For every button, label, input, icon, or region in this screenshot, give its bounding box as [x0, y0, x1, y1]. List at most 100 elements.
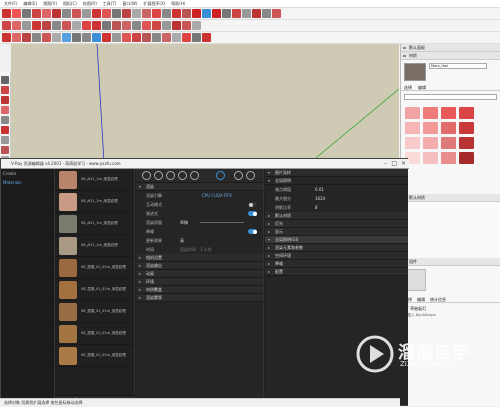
- render-output-icon[interactable]: [234, 171, 243, 180]
- tape-measure-icon[interactable]: [132, 9, 141, 18]
- section-config[interactable]: 配置: [265, 268, 408, 276]
- menu-edit[interactable]: 编辑(E): [23, 1, 37, 7]
- frame-buffer-icon[interactable]: [246, 171, 255, 180]
- zoom-extents-icon[interactable]: [182, 9, 191, 18]
- menu-file[interactable]: 文件(F): [4, 1, 17, 7]
- polygon-tool-icon[interactable]: [72, 9, 81, 18]
- materials-header[interactable]: 材质: [401, 52, 500, 60]
- material-swatch[interactable]: [423, 122, 438, 134]
- orbit-icon[interactable]: [152, 9, 161, 18]
- list-item[interactable]: 08_AO1_1m_渐显纹理: [55, 213, 134, 235]
- follow-me-icon[interactable]: [22, 21, 31, 30]
- noise-threshold-value[interactable]: 0.01: [315, 185, 324, 194]
- section-default-material[interactable]: 默认材质: [401, 194, 500, 202]
- section-render-elements[interactable]: 渲染元素和参数: [265, 244, 408, 252]
- section-display[interactable]: 显示: [265, 228, 408, 236]
- split-icon[interactable]: [82, 21, 91, 30]
- material-swatch[interactable]: [405, 122, 420, 134]
- section-animation[interactable]: 动画: [136, 270, 263, 278]
- denoise-toggle[interactable]: [248, 229, 257, 234]
- circle-tool-icon[interactable]: [62, 9, 71, 18]
- right-view-icon[interactable]: [32, 33, 41, 42]
- scale-icon[interactable]: [1, 146, 9, 154]
- menu-help[interactable]: 帮助(H): [171, 1, 185, 7]
- text-tool-icon[interactable]: [142, 9, 151, 18]
- list-item[interactable]: 08_混凝_01_01m_渐显纹理: [55, 257, 134, 279]
- dimension-icon[interactable]: [112, 21, 121, 30]
- 3d-text-icon[interactable]: [132, 21, 141, 30]
- previous-view-icon[interactable]: [172, 21, 181, 30]
- vray-render-icon[interactable]: [192, 9, 201, 18]
- tray-header[interactable]: 默认面板: [401, 44, 500, 52]
- section-render-mask[interactable]: 渲染蒙版: [136, 294, 263, 302]
- top-view-icon[interactable]: [12, 33, 21, 42]
- list-item[interactable]: 08_混凝_01_01m_渐显纹理: [55, 323, 134, 345]
- comp-tab-stats[interactable]: 统计信息: [430, 296, 446, 302]
- material-swatch[interactable]: [423, 152, 438, 164]
- stamp-icon[interactable]: [142, 33, 151, 42]
- list-item[interactable]: 08_AO1_1m_渐显纹理: [55, 169, 134, 191]
- section-render[interactable]: 渲染: [136, 183, 263, 191]
- close-icon[interactable]: ×: [401, 159, 406, 169]
- light-bulb-icon[interactable]: [154, 171, 163, 180]
- eraser-icon[interactable]: [12, 9, 21, 18]
- menu-view[interactable]: 视图(V): [43, 1, 57, 7]
- position-camera-icon[interactable]: [162, 21, 171, 30]
- vray-asset-editor-icon[interactable]: [212, 9, 221, 18]
- back-view-icon[interactable]: [42, 33, 51, 42]
- section-output[interactable]: 渲染输出: [136, 262, 263, 270]
- material-swatch[interactable]: [423, 107, 438, 119]
- material-name-field[interactable]: Maro_Hak: [429, 63, 487, 69]
- material-swatch[interactable]: [441, 107, 456, 119]
- texture-icon[interactable]: [178, 171, 187, 180]
- section-global-illumination[interactable]: 全局照明(GI): [265, 236, 408, 244]
- menu-draw[interactable]: 绘图(R): [83, 1, 97, 7]
- render-icon[interactable]: [142, 171, 151, 180]
- shadows-icon[interactable]: [192, 33, 201, 42]
- time-value[interactable]: 渲染时间 · 1 小时: [180, 245, 212, 254]
- axes-icon[interactable]: [102, 21, 111, 30]
- material-swatch[interactable]: [405, 137, 420, 149]
- union-icon[interactable]: [52, 21, 61, 30]
- zoom-icon[interactable]: [172, 9, 181, 18]
- select-tool-icon[interactable]: [2, 9, 11, 18]
- add-detail-icon[interactable]: [162, 33, 171, 42]
- tab-select[interactable]: 选择: [404, 84, 412, 90]
- material-swatch[interactable]: [423, 137, 438, 149]
- hidden-line-icon[interactable]: [82, 33, 91, 42]
- left-view-icon[interactable]: [52, 33, 61, 42]
- vray-mesh-light-icon[interactable]: [262, 9, 271, 18]
- vray-light-icon[interactable]: [232, 9, 241, 18]
- pencil-icon[interactable]: [1, 86, 9, 94]
- material-swatch[interactable]: [441, 152, 456, 164]
- update-value[interactable]: 高: [180, 236, 184, 245]
- front-view-icon[interactable]: [22, 33, 31, 42]
- menu-extensions[interactable]: 扩展程序(X): [143, 1, 165, 7]
- paint-bucket-icon[interactable]: [22, 9, 31, 18]
- model-viewport[interactable]: [11, 43, 400, 163]
- move-tool-icon[interactable]: [92, 9, 101, 18]
- flip-edge-icon[interactable]: [172, 33, 181, 42]
- walk-icon[interactable]: [142, 21, 151, 30]
- push-pull-icon[interactable]: [82, 9, 91, 18]
- move-icon[interactable]: [1, 126, 9, 134]
- interactive-toggle[interactable]: [248, 202, 257, 207]
- subtract-icon[interactable]: [62, 21, 71, 30]
- section-plane-icon[interactable]: [92, 21, 101, 30]
- tree-materials[interactable]: Materials: [1, 178, 54, 187]
- material-swatch[interactable]: [459, 137, 474, 149]
- menu-camera[interactable]: 相机(C): [63, 1, 77, 7]
- list-item[interactable]: 08_AO1_1m_渐显纹理: [55, 191, 134, 213]
- look-around-icon[interactable]: [152, 21, 161, 30]
- tree-create[interactable]: Create: [1, 169, 54, 178]
- rotate-icon[interactable]: [1, 136, 9, 144]
- arc-tool-icon[interactable]: [42, 9, 51, 18]
- components-header[interactable]: 组件: [401, 258, 500, 266]
- engine-options[interactable]: CPU CUDA RTX: [202, 191, 232, 200]
- arc-icon[interactable]: [1, 106, 9, 114]
- vray-interactive-icon[interactable]: [202, 9, 211, 18]
- section-volumetric[interactable]: 空间环境: [265, 252, 408, 260]
- tab-edit[interactable]: 编辑: [418, 84, 426, 90]
- vray-dome-icon[interactable]: [252, 9, 261, 18]
- quality-value[interactable]: 草稿: [180, 218, 188, 227]
